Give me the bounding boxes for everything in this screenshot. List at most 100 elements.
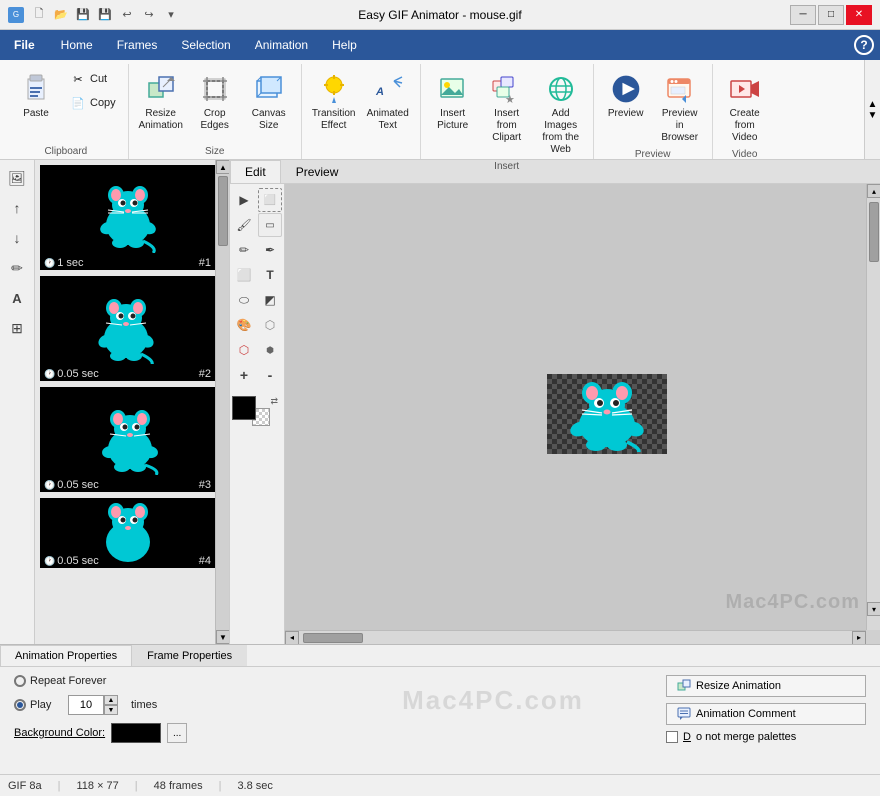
ribbon-scroll-btn[interactable]: ▲▼ [864,60,880,159]
fill-tool[interactable]: ◩ [258,288,282,312]
dropdown-btn[interactable]: ▾ [162,6,180,24]
minimize-btn[interactable]: ─ [790,5,816,25]
v-scroll-down[interactable]: ▾ [867,602,880,616]
repeat-forever-radio[interactable] [14,675,26,687]
rect-tool[interactable]: ⬜ [232,263,256,287]
preview-tab[interactable]: Preview [281,160,354,183]
pen2-tool[interactable]: ✒ [258,238,282,262]
help-icon[interactable]: ? [854,35,874,55]
menu-tab-help[interactable]: Help [320,30,369,60]
app-icon: G [8,7,24,23]
no-merge-checkbox[interactable] [666,731,678,743]
menu-tab-frames[interactable]: Frames [105,30,170,60]
preview-browser-button[interactable]: Preview inBrowser [654,68,706,147]
pen-tool[interactable]: ✏ [232,238,256,262]
insert-clipart-button[interactable]: ★ Insert fromClipart [481,68,533,147]
frames-scroll[interactable]: 🕐 1 sec #1 [35,160,229,644]
preview-label: Preview [608,108,644,120]
ribbon: Paste ✂ Cut 📄 Copy Clipboard [0,60,880,160]
resize-animation-button[interactable]: ResizeAnimation [135,68,187,138]
menu-tab-home[interactable]: Home [49,30,105,60]
ribbon-group-insert: InsertPicture ★ Insert fromClipart [421,64,594,159]
foreground-color[interactable] [232,396,256,420]
play-label: Play [30,699,60,711]
preview-button[interactable]: Preview [600,68,652,138]
h-scroll-left[interactable]: ◂ [285,631,299,645]
h-scrollbar[interactable]: ◂ ▸ [285,630,866,644]
h-scroll-thumb[interactable] [303,633,363,643]
canvas-viewport[interactable]: Mac4PC.com ◂ ▸ ▴ ▾ [285,184,880,644]
play-count-field[interactable]: 10 [68,695,104,715]
frame-item[interactable]: 🕐 1 sec #1 [39,164,225,271]
undo-btn[interactable]: ↩ [118,6,136,24]
paste-label: Paste [23,108,49,120]
sidebar-frames-icon[interactable]: 🖼 [3,164,31,192]
paint-brush-tool[interactable]: 🖌 [232,213,256,237]
paste-button[interactable]: Paste [10,68,62,138]
sidebar-text-icon[interactable]: A [3,284,31,312]
play-count-input[interactable]: 10 ▲ ▼ [68,695,118,715]
magic-wand-tool[interactable]: ⬡ [232,338,256,362]
text-tool[interactable]: T [258,263,282,287]
bg-color-picker-btn[interactable]: ... [167,723,187,743]
bg-color-swatch[interactable] [111,723,161,743]
zoom-in-tool[interactable]: + [232,363,256,387]
maximize-btn[interactable]: □ [818,5,844,25]
menu-tab-selection[interactable]: Selection [169,30,242,60]
bg-color-row: Background Color: ... [14,723,320,743]
open-btn[interactable]: 📂 [52,6,70,24]
close-btn[interactable]: ✕ [846,5,872,25]
file-menu[interactable]: File [0,30,49,60]
title-bar-left: G 🗋 📂 💾 💾 ↩ ↪ ▾ [8,6,180,24]
anim-comment-btn[interactable]: Animation Comment [666,703,866,725]
edit-tab[interactable]: Edit [230,160,281,183]
frame-item[interactable]: 🕐 0.05 sec #2 [39,275,225,382]
sidebar-down-icon[interactable]: ↓ [3,224,31,252]
frame-props-tab[interactable]: Frame Properties [132,645,247,666]
animation-props-tab[interactable]: Animation Properties [0,645,132,666]
create-video-button[interactable]: Createfrom Video [719,68,771,147]
redo-btn[interactable]: ↪ [140,6,158,24]
swap-colors[interactable]: ⇄ [270,396,278,407]
copy-button[interactable]: 📄 Copy [64,92,122,114]
save-btn[interactable]: 💾 [74,6,92,24]
frame-item[interactable]: 🕐 0.05 sec #3 [39,386,225,493]
clone-tool[interactable]: ⬢ [258,338,282,362]
v-scroll-thumb[interactable] [869,202,879,262]
play-radio-row[interactable]: Play [14,699,60,711]
save2-btn[interactable]: 💾 [96,6,114,24]
frame-item[interactable]: 🕐 0.05 sec #4 [39,497,225,569]
ellipse-tool[interactable]: ⬭ [232,288,256,312]
crop-edges-button[interactable]: CropEdges [189,68,241,138]
transition-effect-button[interactable]: TransitionEffect [308,68,360,138]
cursor-tool[interactable]: ▶ [232,188,256,212]
v-scrollbar[interactable]: ▴ ▾ [866,184,880,630]
insert-picture-button[interactable]: InsertPicture [427,68,479,138]
frames-scrollbar[interactable]: ▲ ▼ [215,160,229,644]
animated-text-button[interactable]: A AnimatedText [362,68,414,138]
h-scroll-right[interactable]: ▸ [852,631,866,645]
zoom-out-tool[interactable]: - [258,363,282,387]
sidebar-grid-icon[interactable]: ⊞ [3,314,31,342]
frame-image: 🕐 1 sec #1 [40,165,215,270]
menu-tab-animation[interactable]: Animation [243,30,320,60]
svg-text:★: ★ [505,94,515,105]
sidebar-up-icon[interactable]: ↑ [3,194,31,222]
stamp-tool[interactable]: ⬡ [258,313,282,337]
select-rect-tool[interactable]: ⬜ [258,188,282,212]
spin-down[interactable]: ▼ [104,705,118,715]
resize-anim-btn[interactable]: Resize Animation [666,675,866,697]
canvas-size-button[interactable]: CanvasSize [243,68,295,138]
spin-up[interactable]: ▲ [104,695,118,705]
sidebar-edit-icon[interactable]: ✏ [3,254,31,282]
title-bar: G 🗋 📂 💾 💾 ↩ ↪ ▾ Easy GIF Animator - mous… [0,0,880,30]
add-web-button[interactable]: Add Imagesfrom the Web [535,68,587,159]
erase-tool[interactable]: ▭ [258,213,282,237]
no-merge-row[interactable]: Do not merge palettes [666,731,866,743]
play-radio[interactable] [14,699,26,711]
new-btn[interactable]: 🗋 [30,6,48,24]
color-replace-tool[interactable]: 🎨 [232,313,256,337]
cut-button[interactable]: ✂ Cut [64,68,122,90]
repeat-forever-row[interactable]: Repeat Forever [14,675,320,687]
v-scroll-up[interactable]: ▴ [867,184,880,198]
